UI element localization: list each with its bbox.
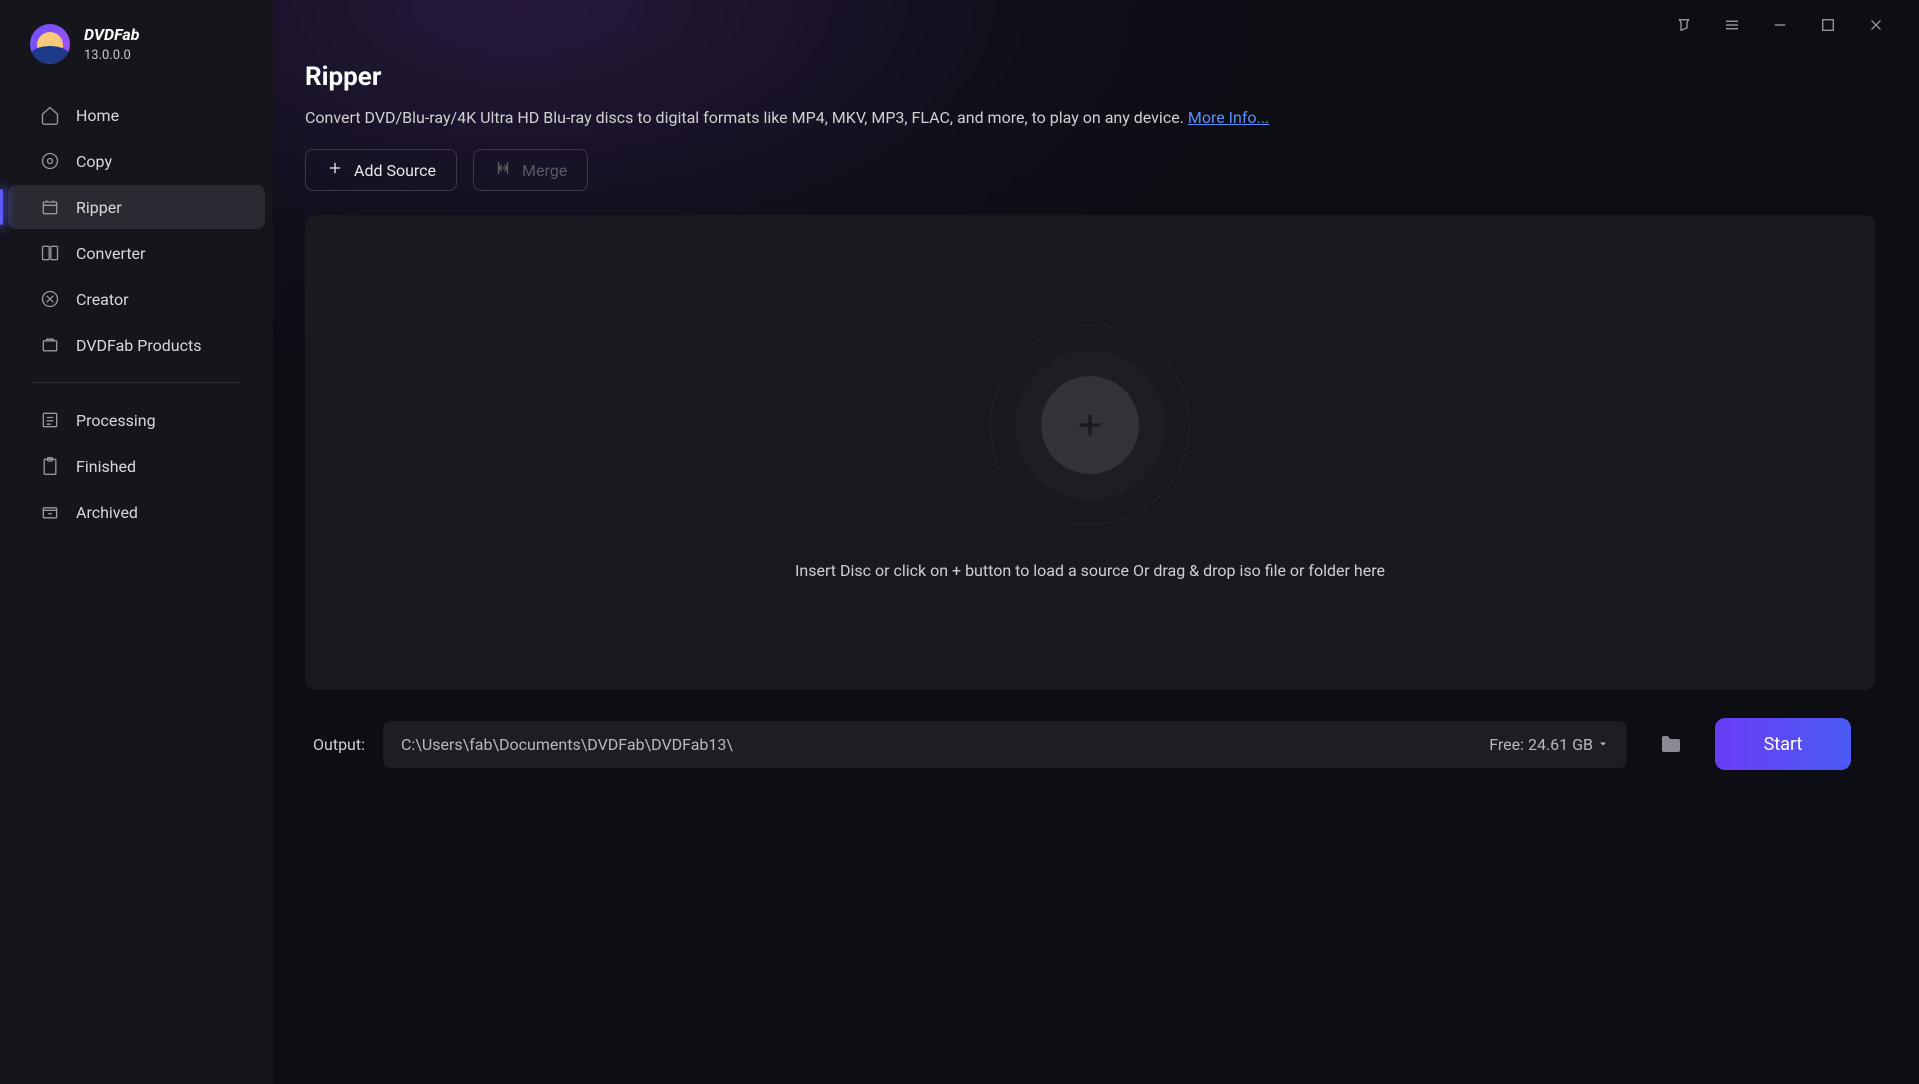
free-space-text: Free: 24.61 GB [1489,735,1593,754]
sidebar-item-label: Creator [76,290,129,309]
maximize-button[interactable] [1813,10,1843,40]
bottom-bar: Output: C:\Users\fab\Documents\DVDFab\DV… [305,718,1875,800]
sidebar-item-label: Archived [76,503,138,522]
sidebar-item-label: Processing [76,411,156,430]
content: Ripper Convert DVD/Blu-ray/4K Ultra HD B… [273,50,1919,1084]
output-folder-button[interactable] [1645,718,1697,770]
app-name: DVDFab [84,25,139,44]
minimize-button[interactable] [1765,10,1795,40]
titlebar [273,0,1919,50]
sidebar-divider [32,382,241,383]
sidebar-item-products[interactable]: DVDFab Products [8,323,265,367]
sidebar-item-ripper[interactable]: Ripper [8,185,265,229]
theme-button[interactable] [1669,10,1699,40]
processing-icon [40,410,60,430]
add-source-button[interactable]: Add Source [305,149,457,191]
close-button[interactable] [1861,10,1891,40]
drop-add-button[interactable] [1041,376,1139,474]
sidebar-item-archived[interactable]: Archived [8,490,265,534]
merge-label: Merge [522,161,567,180]
add-source-label: Add Source [354,161,436,180]
finished-icon [40,456,60,476]
sidebar-item-label: Finished [76,457,136,476]
chevron-down-icon [1597,738,1609,750]
ripper-icon [40,197,60,217]
drop-zone-text: Insert Disc or click on + button to load… [795,561,1385,580]
logo-text-group: DVDFab 13.0.0.0 [84,25,139,63]
sidebar-item-creator[interactable]: Creator [8,277,265,321]
menu-button[interactable] [1717,10,1747,40]
sidebar-item-processing[interactable]: Processing [8,398,265,442]
folder-icon [1659,732,1683,756]
page-description-text: Convert DVD/Blu-ray/4K Ultra HD Blu-ray … [305,108,1188,127]
sidebar-item-label: Ripper [76,198,122,217]
start-button[interactable]: Start [1715,718,1851,770]
sidebar-item-label: Copy [76,152,112,171]
sidebar-item-label: Converter [76,244,145,263]
sidebar-item-copy[interactable]: Copy [8,139,265,183]
sidebar-item-label: Home [76,106,119,125]
more-info-link[interactable]: More Info... [1188,108,1269,127]
sidebar-item-home[interactable]: Home [8,93,265,137]
sidebar-item-finished[interactable]: Finished [8,444,265,488]
copy-icon [40,151,60,171]
logo-section: DVDFab 13.0.0.0 [0,24,273,64]
converter-icon [40,243,60,263]
page-title: Ripper [305,62,1875,92]
plus-icon [1072,407,1108,443]
merge-button: Merge [473,149,588,191]
plus-icon [326,159,344,181]
home-icon [40,105,60,125]
drop-circle-outer [990,325,1190,525]
sidebar-item-label: DVDFab Products [76,336,201,355]
output-label: Output: [313,735,365,754]
main: Ripper Convert DVD/Blu-ray/4K Ultra HD B… [273,0,1919,1084]
toolbar: Add Source Merge [305,149,1875,191]
products-icon [40,335,60,355]
merge-icon [494,159,512,181]
sidebar-item-converter[interactable]: Converter [8,231,265,275]
output-path: C:\Users\fab\Documents\DVDFab\DVDFab13\ [401,735,1489,754]
app-version: 13.0.0.0 [84,48,139,63]
archived-icon [40,502,60,522]
app-logo-icon [30,24,70,64]
creator-icon [40,289,60,309]
page-description: Convert DVD/Blu-ray/4K Ultra HD Blu-ray … [305,108,1875,127]
drop-zone[interactable]: Insert Disc or click on + button to load… [305,215,1875,690]
free-space-dropdown[interactable]: Free: 24.61 GB [1489,735,1609,754]
output-path-box[interactable]: C:\Users\fab\Documents\DVDFab\DVDFab13\ … [383,721,1627,768]
sidebar: DVDFab 13.0.0.0 Home Copy Ripper Convert… [0,0,273,1084]
drop-circle-mid [1015,350,1165,500]
